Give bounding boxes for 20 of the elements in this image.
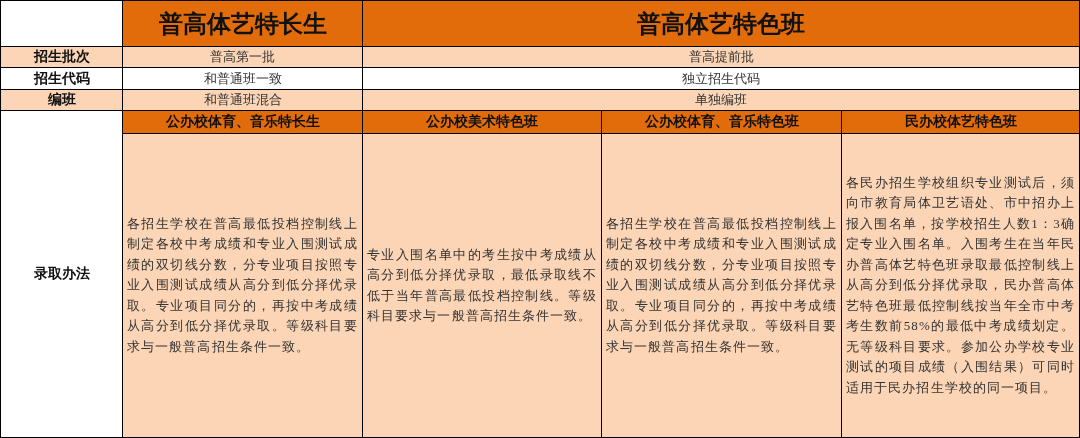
table-cell-text: 各民办招生学校组织专业测试后，须向市教育局体卫艺语处、市中招办上报入围名单，按学校招生人数1：3确定专业入围名单。入围考生在当年民办普高体艺特色班录取最低控制线上从高分到低分择优录取，民办普高体艺特色班最低控制线按当年全市中考考生数前58%的最低中考成绩划定。无等级科目要求。参加公办学校专业测试的项目成绩（入围结果）可同时适用于民办招生学校的同一项目。 [846, 173, 1075, 397]
column-header: 普高体艺特长生 [123, 1, 362, 46]
row-header: 录取办法 [1, 111, 122, 437]
table-cell: 和普通班混合 [123, 90, 362, 110]
table-cell: 和普通班一致 [123, 68, 362, 89]
table-cell: 单独编班 [363, 90, 1079, 110]
column-header: 民办校体艺特色班 [842, 111, 1079, 133]
row-header: 招生代码 [1, 68, 122, 89]
column-header: 公办校体育、音乐特长生 [123, 111, 362, 133]
table-cell-text: 各招生学校在普高最低投档控制线上制定各校中考成绩和专业入围测试成绩的双切线分数，分专业项目按照专业入围测试成绩从高分到低分择优录取。专业项目同分的，再按中考成绩从高分到低分择优录取。等级科目要求与一般普高招生条件一致。 [127, 214, 358, 356]
row-header: 编班 [1, 90, 122, 110]
column-header: 公办校体育、音乐特色班 [602, 111, 841, 133]
table-cell-text: 各招生学校在普高最低投档控制线上制定各校中考成绩和专业入围测试成绩的双切线分数，分专业项目按照专业入围测试成绩从高分到低分择优录取。专业项目同分的，再按中考成绩从高分到低分择优录取。等级科目要求与一般普高招生条件一致。 [606, 214, 837, 356]
table-cell: 普高提前批 [363, 47, 1079, 67]
table-cell-text: 专业入围名单中的考生按中考成绩从高分到低分择优录取，最低录取线不低于当年普高最低投档控制线。等级科目要求与一般普高招生条件一致。 [367, 245, 597, 325]
column-header: 普高体艺特色班 [363, 1, 1079, 46]
row-header: 招生批次 [1, 47, 122, 67]
column-header: 公办校美术特色班 [363, 111, 601, 133]
table-cell: 独立招生代码 [363, 68, 1079, 89]
table-cell: 普高第一批 [123, 47, 362, 67]
